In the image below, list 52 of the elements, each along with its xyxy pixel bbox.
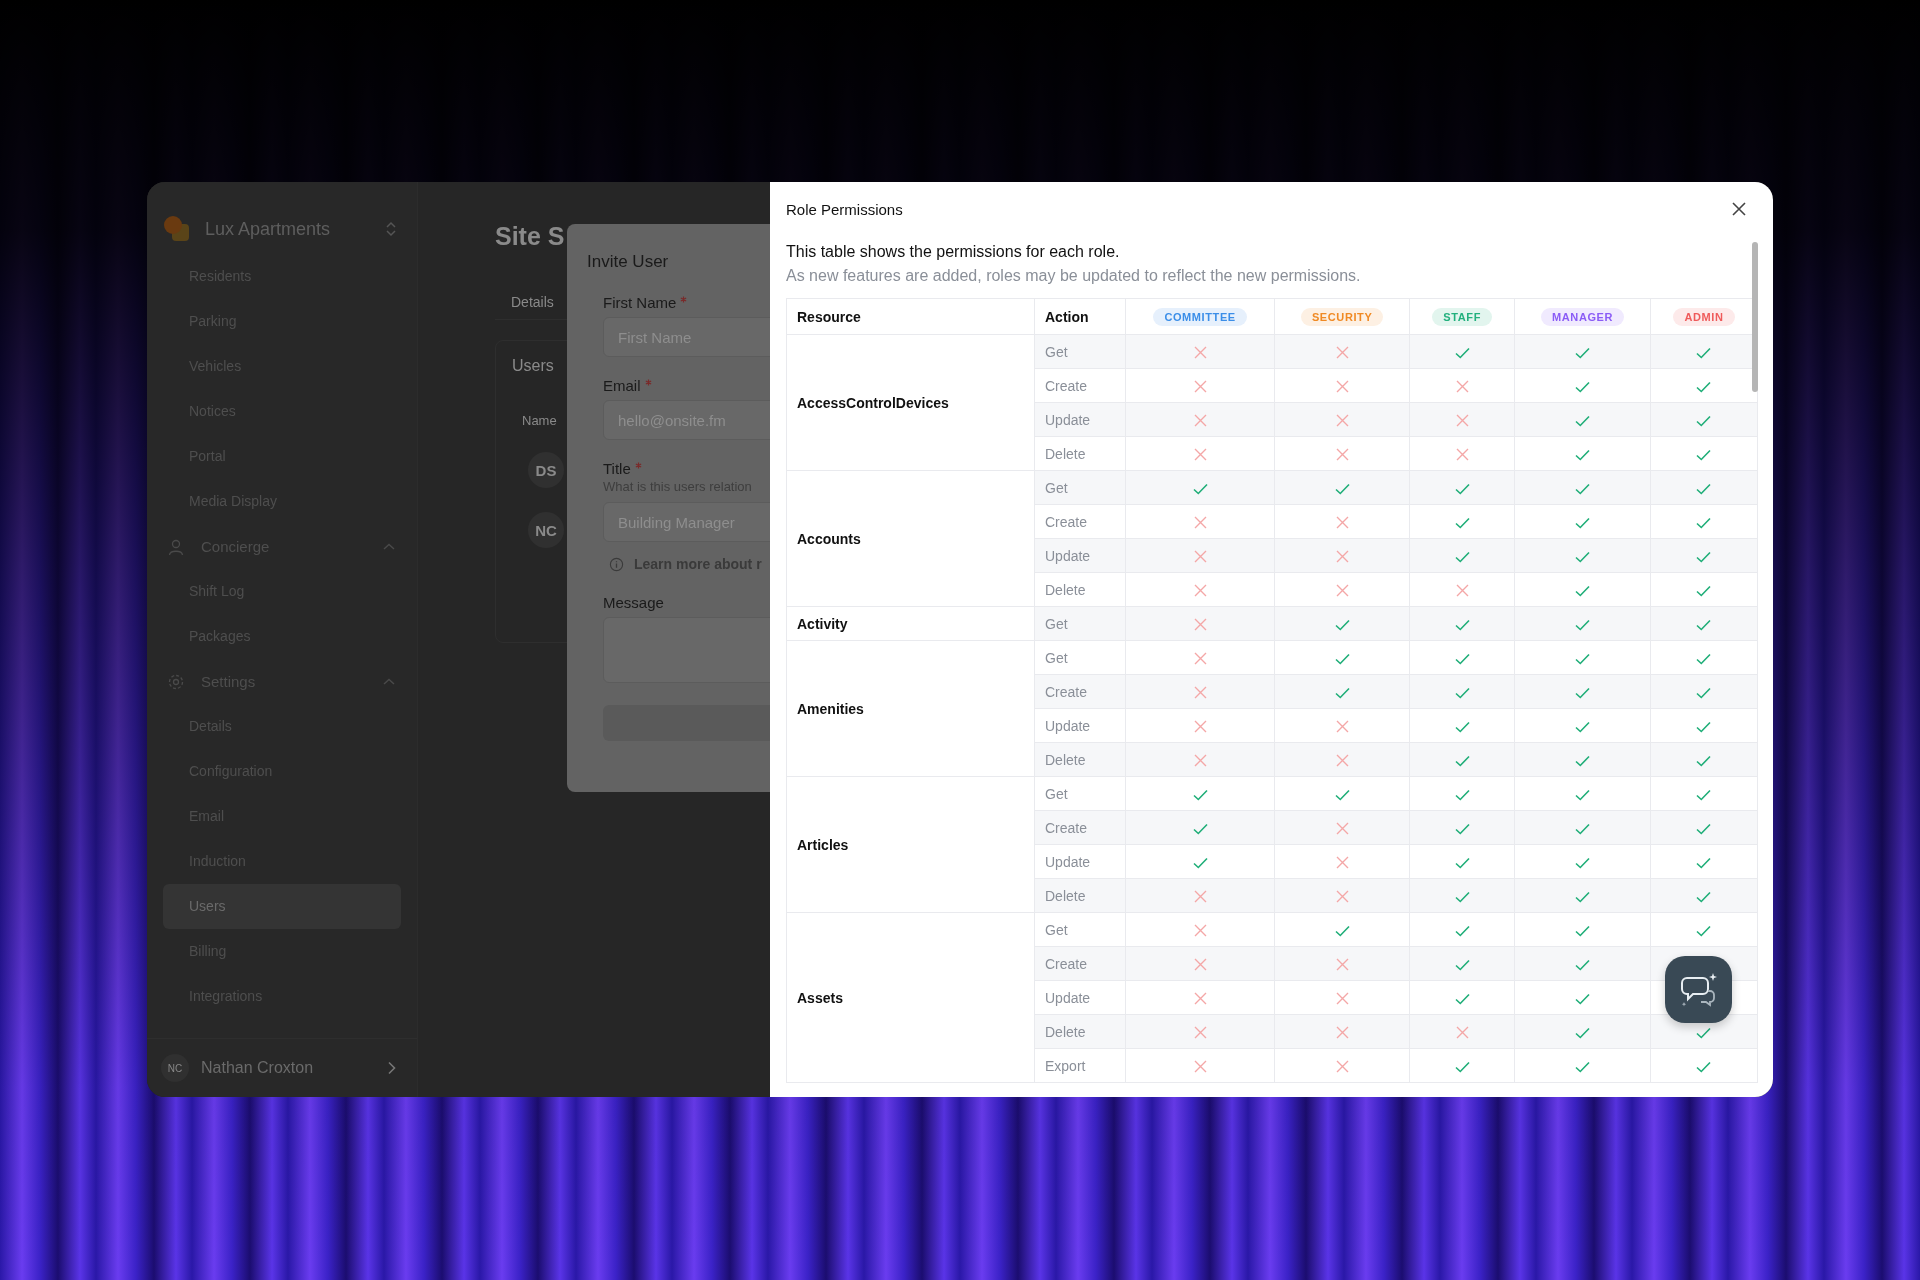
action-cell: Create (1034, 946, 1126, 981)
card-title: Users (512, 357, 554, 375)
action-cell: Delete (1034, 572, 1126, 607)
action-cell: Create (1034, 504, 1126, 539)
user-menu[interactable]: NC Nathan Croxton (147, 1038, 417, 1097)
action-cell: Update (1034, 402, 1126, 437)
resource-cell: AccessControlDevices (786, 334, 1035, 471)
field-label: First Name (603, 294, 677, 311)
column-header: Resource (786, 298, 1035, 335)
column-header: Name (522, 413, 557, 428)
action-cell: Create (1034, 674, 1126, 709)
action-cell: Create (1034, 368, 1126, 403)
resource-cell: Accounts (786, 470, 1035, 607)
role-badge: SECURITY (1300, 307, 1384, 326)
user-avatar: NC (161, 1054, 189, 1082)
action-cell: Update (1034, 980, 1126, 1015)
field-label: Title (603, 460, 631, 477)
modal-title: Role Permissions (786, 200, 903, 218)
role-badge: COMMITTEE (1153, 307, 1247, 326)
note-text: As new features are added, roles may be updated to reflect the new permissions. (786, 266, 1362, 286)
action-cell: Delete (1034, 878, 1126, 913)
action-cell: Create (1034, 810, 1126, 845)
column-header: Action (1034, 298, 1126, 335)
intro-text: This table shows the permissions for each role. (786, 242, 1121, 262)
resource-cell: Articles (786, 776, 1035, 913)
page-title: Site S (495, 222, 565, 251)
field-label: Message (603, 594, 664, 611)
user-avatar: DS (528, 452, 564, 488)
action-cell: Export (1034, 1048, 1126, 1083)
user-name: Nathan Croxton (201, 1059, 315, 1077)
dialog-title: Invite User (587, 252, 670, 272)
action-cell: Delete (1034, 1014, 1126, 1049)
action-cell: Get (1034, 334, 1126, 369)
action-cell: Get (1034, 640, 1126, 675)
role-badge: STAFF (1432, 307, 1492, 326)
resource-cell: Assets (786, 912, 1035, 1083)
action-cell: Get (1034, 912, 1126, 947)
user-avatar: NC (528, 512, 564, 548)
action-cell: Get (1034, 606, 1126, 641)
resource-cell: Amenities (786, 640, 1035, 777)
action-cell: Delete (1034, 436, 1126, 471)
action-cell: Get (1034, 776, 1126, 811)
role-badge: MANAGER (1541, 307, 1625, 326)
role-badge: ADMIN (1673, 307, 1735, 326)
action-cell: Delete (1034, 742, 1126, 777)
field-label: Email (603, 377, 641, 394)
action-cell: Update (1034, 844, 1126, 879)
action-cell: Update (1034, 538, 1126, 573)
tab[interactable]: Details (511, 294, 554, 310)
action-cell: Get (1034, 470, 1126, 505)
action-cell: Update (1034, 708, 1126, 743)
resource-cell: Activity (786, 606, 1035, 641)
